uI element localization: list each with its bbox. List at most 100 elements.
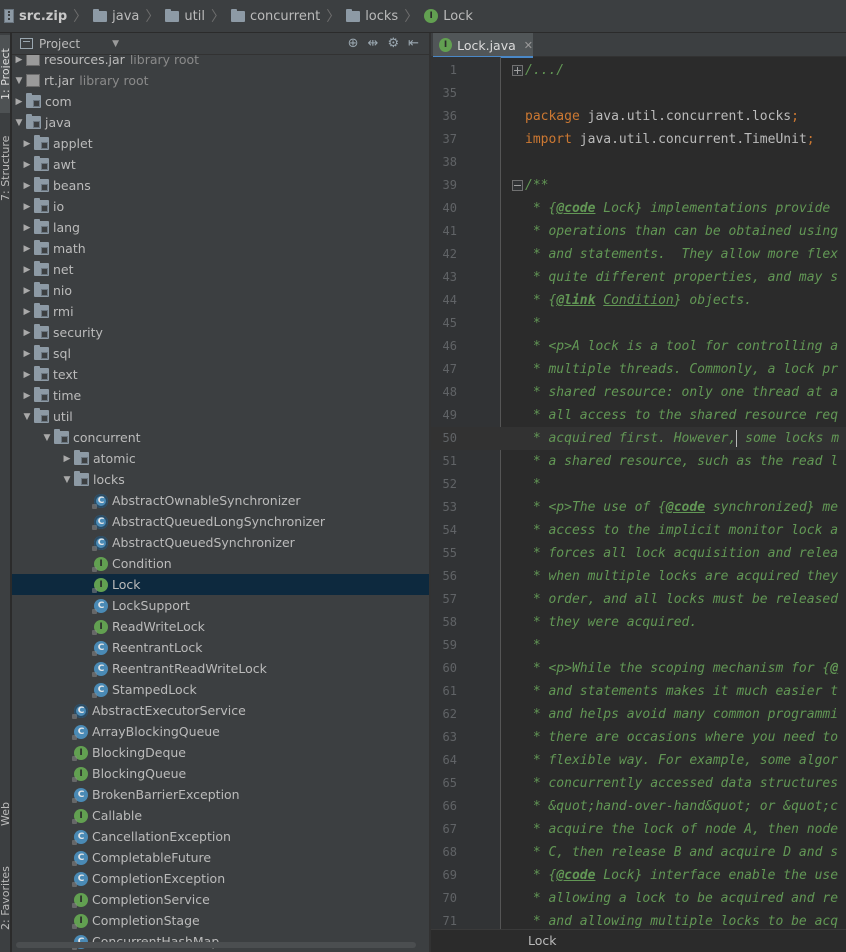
- code-line: 55 * forces all lock acquisition and rel…: [431, 542, 846, 565]
- tool-tab-project[interactable]: 1: Project: [0, 35, 10, 113]
- tree-node-locksupport[interactable]: C LockSupport: [12, 595, 429, 616]
- tree-node-brokenbarrierexception[interactable]: C BrokenBarrierException: [12, 784, 429, 805]
- breadcrumb-item[interactable]: I Lock: [424, 9, 473, 24]
- breadcrumb-item[interactable]: src.zip: [4, 9, 67, 24]
- breadcrumb-item[interactable]: concurrent: [230, 8, 320, 24]
- expand-arrow-icon[interactable]: ▶: [20, 286, 34, 296]
- expand-arrow-icon[interactable]: ▶: [20, 223, 34, 233]
- collapse-arrow-icon[interactable]: ▼: [20, 412, 34, 422]
- tree-node-com[interactable]: ▶ com: [12, 91, 429, 112]
- tool-tab-favorites[interactable]: 2: Favorites: [0, 855, 10, 941]
- tree-node-completionservice[interactable]: I CompletionService: [12, 889, 429, 910]
- line-number: 64: [442, 753, 457, 767]
- code-token: *: [525, 316, 541, 331]
- tree-node-abstractexecutorservice[interactable]: C AbstractExecutorService: [12, 700, 429, 721]
- code-area[interactable]: 1 /.../ 35 36 package java.util.concurrent.l…: [431, 57, 846, 931]
- tree-node-lang[interactable]: ▶ lang: [12, 217, 429, 238]
- tree-node-atomic[interactable]: ▶ atomic: [12, 448, 429, 469]
- tree-node-abstractownablesynchronizer[interactable]: C AbstractOwnableSynchronizer: [12, 490, 429, 511]
- tree-node-stampedlock[interactable]: C StampedLock: [12, 679, 429, 700]
- tree-node-label: AbstractExecutorService: [92, 703, 246, 718]
- tree-node-time[interactable]: ▶ time: [12, 385, 429, 406]
- tree-node-reentrantreadwritelock[interactable]: C ReentrantReadWriteLock: [12, 658, 429, 679]
- class-icon: C: [72, 829, 88, 845]
- tree-node-blockingqueue[interactable]: I BlockingQueue: [12, 763, 429, 784]
- code-token: ;: [791, 109, 799, 124]
- tree-horizontal-scrollbar[interactable]: [16, 942, 416, 948]
- tree-node-io[interactable]: ▶ io: [12, 196, 429, 217]
- tree-node-callable[interactable]: I Callable: [12, 805, 429, 826]
- tree-node-label: Callable: [92, 808, 143, 823]
- folder-icon: [165, 8, 180, 22]
- tree-node-util[interactable]: ▼ util: [12, 406, 429, 427]
- tree-node-awt[interactable]: ▶ awt: [12, 154, 429, 175]
- tree-node-completionexception[interactable]: C CompletionException: [12, 868, 429, 889]
- expand-arrow-icon[interactable]: ▶: [20, 307, 34, 317]
- tree-node-completionstage[interactable]: I CompletionStage: [12, 910, 429, 931]
- tree-node-rmi[interactable]: ▶ rmi: [12, 301, 429, 322]
- breadcrumb-item[interactable]: java: [93, 8, 139, 24]
- code-line: 44 * {@link Condition} objects.: [431, 289, 846, 312]
- expand-arrow-icon[interactable]: ▶: [20, 370, 34, 380]
- tree-node-security[interactable]: ▶ security: [12, 322, 429, 343]
- collapse-arrow-icon[interactable]: ▼: [60, 475, 74, 485]
- collapse-arrow-icon[interactable]: ▼: [12, 118, 26, 128]
- tree-node-completablefuture[interactable]: C CompletableFuture: [12, 847, 429, 868]
- tree-node-readwritelock[interactable]: I ReadWriteLock: [12, 616, 429, 637]
- expand-arrow-icon[interactable]: ▶: [20, 181, 34, 191]
- expand-arrow-icon[interactable]: ▶: [60, 454, 74, 464]
- tree-node-nio[interactable]: ▶ nio: [12, 280, 429, 301]
- tree-node-condition[interactable]: I Condition: [12, 553, 429, 574]
- expand-arrow-icon[interactable]: ▶: [20, 202, 34, 212]
- breadcrumb-separator: 〉: [145, 9, 160, 25]
- tree-node-resources-jar[interactable]: ▶ resources.jar library root: [12, 55, 429, 70]
- tool-tab-structure[interactable]: 7: Structure: [0, 125, 10, 211]
- tree-node-beans[interactable]: ▶ beans: [12, 175, 429, 196]
- scroll-from-source-icon[interactable]: ⊕: [348, 36, 359, 51]
- collapse-arrow-icon[interactable]: ▼: [40, 433, 54, 443]
- breadcrumb-item[interactable]: util: [165, 8, 205, 24]
- interface-icon: I: [439, 38, 453, 52]
- breadcrumb-item[interactable]: locks: [346, 8, 398, 24]
- close-tab-icon[interactable]: ✕: [524, 39, 533, 52]
- expand-arrow-icon[interactable]: ▶: [20, 160, 34, 170]
- code-token: @: [830, 661, 839, 676]
- tree-node-lock[interactable]: I Lock: [12, 574, 429, 595]
- tree-node-blockingdeque[interactable]: I BlockingDeque: [12, 742, 429, 763]
- hide-panel-icon[interactable]: ⇤: [408, 36, 419, 51]
- collapse-arrow-icon[interactable]: ▼: [12, 76, 26, 86]
- tree-node-label: text: [53, 367, 78, 382]
- abstract-class-icon: C: [92, 493, 108, 509]
- expand-arrow-icon[interactable]: ▶: [20, 265, 34, 275]
- tree-node-text[interactable]: ▶ text: [12, 364, 429, 385]
- project-panel-title[interactable]: Project: [39, 37, 80, 51]
- tree-node-arrayblockingqueue[interactable]: C ArrayBlockingQueue: [12, 721, 429, 742]
- expand-arrow-icon[interactable]: ▶: [20, 139, 34, 149]
- tree-node-math[interactable]: ▶ math: [12, 238, 429, 259]
- tool-tab-web[interactable]: Web: [0, 793, 10, 835]
- tree-node-sql[interactable]: ▶ sql: [12, 343, 429, 364]
- collapse-all-icon[interactable]: ⇹: [368, 36, 379, 51]
- expand-arrow-icon[interactable]: ▶: [12, 97, 26, 107]
- tree-node-rt-jar[interactable]: ▼ rt.jar library root: [12, 70, 429, 91]
- tree-node-abstractqueuedsynchronizer[interactable]: C AbstractQueuedSynchronizer: [12, 532, 429, 553]
- expand-arrow-icon[interactable]: ▶: [12, 55, 26, 65]
- expand-arrow-icon[interactable]: ▶: [20, 391, 34, 401]
- tree-node-reentrantlock[interactable]: C ReentrantLock: [12, 637, 429, 658]
- tree-node-cancellationexception[interactable]: C CancellationException: [12, 826, 429, 847]
- tab-lock-java[interactable]: I Lock.java ✕: [433, 33, 533, 58]
- tree-node-applet[interactable]: ▶ applet: [12, 133, 429, 154]
- fold-collapse-icon[interactable]: [512, 180, 523, 191]
- settings-gear-icon[interactable]: ⚙: [387, 36, 399, 51]
- fold-expand-icon[interactable]: [512, 65, 523, 76]
- tree-node-concurrent[interactable]: ▼ concurrent: [12, 427, 429, 448]
- view-dropdown-icon[interactable]: ▼: [112, 39, 119, 49]
- tree-node-locks[interactable]: ▼ locks: [12, 469, 429, 490]
- expand-arrow-icon[interactable]: ▶: [20, 349, 34, 359]
- tree-node-abstractqueuedlongsynchronizer[interactable]: C AbstractQueuedLongSynchronizer: [12, 511, 429, 532]
- expand-arrow-icon[interactable]: ▶: [20, 328, 34, 338]
- tree-node-net[interactable]: ▶ net: [12, 259, 429, 280]
- code-text: /**: [525, 174, 548, 197]
- tree-node-java[interactable]: ▼ java: [12, 112, 429, 133]
- expand-arrow-icon[interactable]: ▶: [20, 244, 34, 254]
